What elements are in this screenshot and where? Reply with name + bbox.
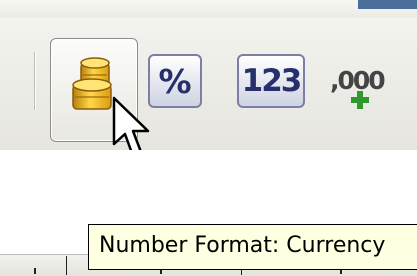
tooltip: Number Format: Currency: [88, 224, 417, 270]
column-divider[interactable]: [66, 256, 67, 275]
top-strip: [0, 0, 417, 18]
percent-format-button[interactable]: %: [148, 54, 202, 108]
number-label: 123: [241, 63, 303, 99]
percent-label: %: [158, 61, 192, 101]
tooltip-text: Number Format: Currency: [99, 233, 386, 258]
toolbar-separator: [34, 52, 35, 110]
header-tick: [34, 268, 36, 274]
window-accent: [358, 0, 417, 9]
plus-icon: [351, 91, 369, 109]
add-decimal-button[interactable]: ,000: [326, 56, 386, 116]
standard-format-button[interactable]: 123: [237, 54, 305, 108]
